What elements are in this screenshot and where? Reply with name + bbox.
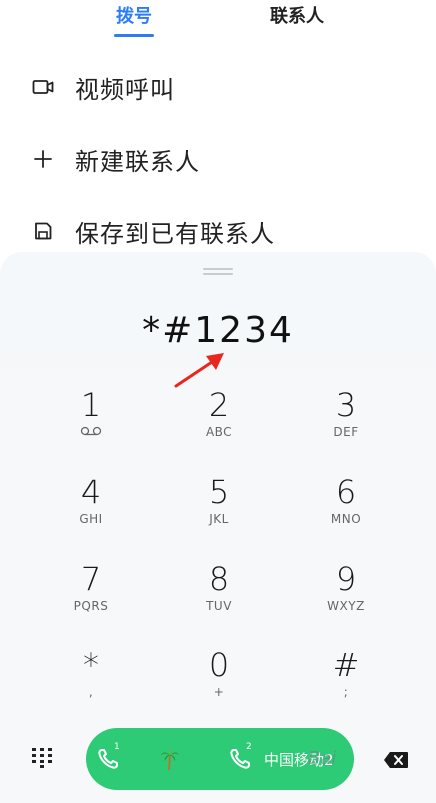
key-1[interactable]: 1 xyxy=(36,386,146,456)
key-digit: 2 xyxy=(208,386,230,424)
key-digit: 1 xyxy=(80,386,102,424)
key-letters: WXYZ xyxy=(327,599,365,613)
key-letters: , xyxy=(88,685,94,699)
key-2[interactable]: 2 ABC xyxy=(164,386,274,456)
key-digit: 8 xyxy=(208,560,230,598)
key-digit: 0 xyxy=(208,646,230,684)
watermark: Bai xyxy=(308,748,337,769)
key-digit: 4 xyxy=(80,473,102,511)
dialpad-toggle-icon[interactable] xyxy=(30,745,54,769)
key-digit: # xyxy=(332,646,360,684)
key-letters: ; xyxy=(343,685,349,699)
annotation-arrow-icon xyxy=(174,353,224,388)
video-call-label: 视频呼叫 xyxy=(75,75,175,104)
key-digit: 6 xyxy=(335,473,357,511)
key-letters: + xyxy=(213,685,225,699)
key-5[interactable]: 5 JKL xyxy=(164,473,274,543)
plus-icon xyxy=(32,148,54,170)
top-tabs: 拨号 联系人 xyxy=(0,0,436,44)
backspace-icon[interactable] xyxy=(383,751,409,769)
key-digit: 7 xyxy=(80,560,102,598)
key-letters: DEF xyxy=(333,425,359,439)
key-digit: * xyxy=(83,646,99,684)
key-letters: MNO xyxy=(330,512,362,526)
key-digit: 9 xyxy=(335,560,357,598)
key-3[interactable]: 3 DEF xyxy=(291,386,401,456)
sim2-badge: 2 xyxy=(246,742,252,752)
tab-contacts[interactable]: 联系人 xyxy=(270,2,324,28)
save-to-existing-contact-label: 保存到已有联系人 xyxy=(75,219,275,248)
save-icon xyxy=(32,220,54,242)
key-digit: 3 xyxy=(335,386,357,424)
key-7[interactable]: 7 PQRS xyxy=(36,560,146,630)
sim1-badge: 1 xyxy=(114,742,120,752)
key-letters: GHI xyxy=(79,512,103,526)
video-camera-icon xyxy=(32,76,54,98)
key-0[interactable]: 0 + xyxy=(164,646,274,716)
key-8[interactable]: 8 TUV xyxy=(164,560,274,630)
key-4[interactable]: 4 GHI xyxy=(36,473,146,543)
new-contact-label: 新建联系人 xyxy=(75,147,200,176)
key-letters: PQRS xyxy=(73,599,109,613)
key-star[interactable]: * , xyxy=(36,646,146,716)
voicemail-icon xyxy=(36,424,146,440)
bottom-bar: 1 2 中国移动2 xyxy=(0,726,436,803)
save-to-existing-contact-item[interactable]: 保存到已有联系人 xyxy=(0,206,436,256)
palm-tree-icon xyxy=(161,748,179,771)
tab-dial[interactable]: 拨号 xyxy=(116,2,152,28)
key-digit: 5 xyxy=(208,473,230,511)
key-letters: JKL xyxy=(209,512,229,526)
key-letters: TUV xyxy=(206,599,232,613)
key-9[interactable]: 9 WXYZ xyxy=(291,560,401,630)
key-hash[interactable]: # ; xyxy=(291,646,401,716)
key-letters: ABC xyxy=(205,425,233,439)
drag-handle[interactable] xyxy=(203,268,233,275)
key-6[interactable]: 6 MNO xyxy=(291,473,401,543)
video-call-item[interactable]: 视频呼叫 xyxy=(0,62,436,112)
dialed-number: *#1234 xyxy=(142,310,294,351)
tab-active-indicator xyxy=(114,34,154,37)
new-contact-item[interactable]: 新建联系人 xyxy=(0,134,436,184)
